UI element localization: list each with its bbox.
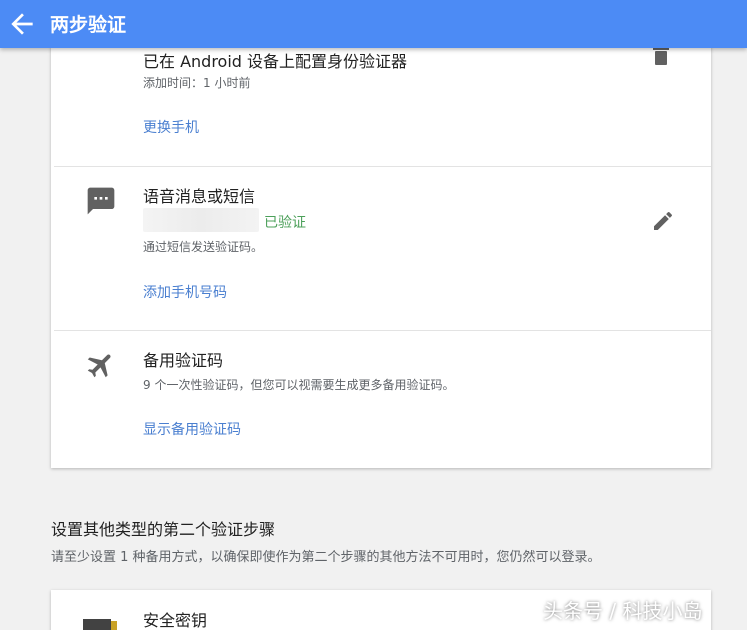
voice-sms-heading: 语音消息或短信 <box>143 187 256 206</box>
backup-codes-section: 备用验证码 9 个一次性验证码，但您可以视需要生成更多备用验证码。 显示备用验证… <box>51 331 711 468</box>
show-backup-codes-link[interactable]: 显示备用验证码 <box>143 419 241 439</box>
security-key-icon <box>83 616 119 630</box>
other-steps-title: 设置其他类型的第二个验证步骤 <box>51 520 276 539</box>
pencil-icon[interactable] <box>651 209 675 233</box>
app-bar: 两步验证 <box>0 0 747 48</box>
page-title: 两步验证 <box>50 14 127 36</box>
add-phone-link[interactable]: 添加手机号码 <box>143 282 227 302</box>
authenticator-section: 已在 Android 设备上配置身份验证器 添加时间：1 小时前 更换手机 <box>51 28 711 166</box>
verified-label: 已验证 <box>264 215 306 231</box>
other-steps-description: 请至少设置 1 种备用方式，以确保即使作为第二个步骤的其他方法不可用时，您仍然可… <box>51 550 601 565</box>
trash-icon[interactable] <box>653 46 669 66</box>
authenticator-added-time: 添加时间：1 小时前 <box>143 76 251 90</box>
voice-sms-description: 通过短信发送验证码。 <box>143 240 264 254</box>
arrow-back-icon[interactable] <box>6 8 38 40</box>
airplane-icon <box>85 349 117 381</box>
voice-sms-section: 语音消息或短信 已验证 通过短信发送验证码。 添加手机号码 <box>51 167 711 330</box>
backup-codes-heading: 备用验证码 <box>143 351 224 370</box>
phone-number-redacted <box>143 208 259 232</box>
backup-codes-description: 9 个一次性验证码，但您可以视需要生成更多备用验证码。 <box>143 378 455 392</box>
message-icon <box>85 185 117 217</box>
change-phone-link[interactable]: 更换手机 <box>143 117 199 137</box>
watermark: 头条号 / 科技小岛 <box>543 599 703 623</box>
authenticator-heading: 已在 Android 设备上配置身份验证器 <box>143 52 408 71</box>
second-steps-card: 已在 Android 设备上配置身份验证器 添加时间：1 小时前 更换手机 语音… <box>51 28 711 468</box>
security-key-heading: 安全密钥 <box>143 611 208 630</box>
